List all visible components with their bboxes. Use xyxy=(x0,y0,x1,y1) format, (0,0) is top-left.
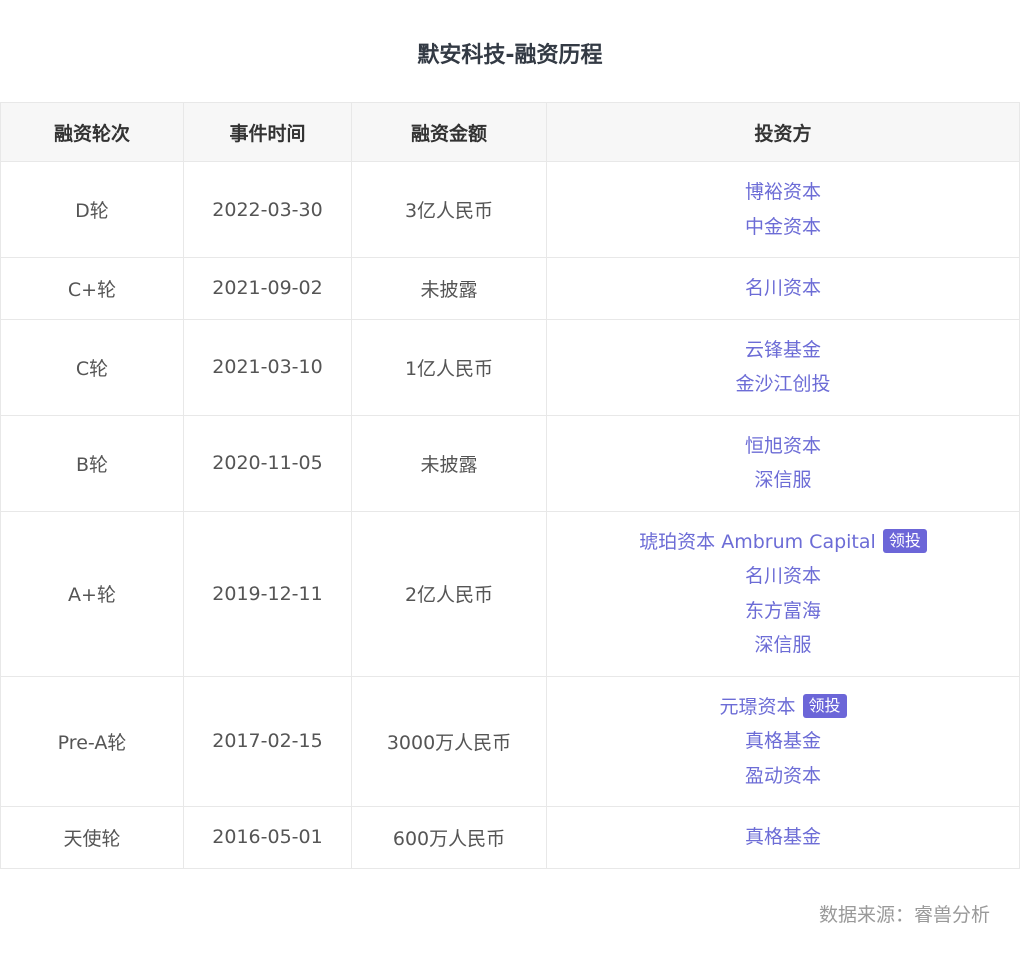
investors-cell: 恒旭资本 深信服 xyxy=(546,414,1020,512)
round-cell: C+轮 xyxy=(0,257,184,320)
table-row: C轮 2021-03-10 1亿人民币 云锋基金 金沙江创投 xyxy=(0,318,1020,416)
investor-item: 盈动资本 xyxy=(547,759,1019,794)
investor-item: 真格基金 xyxy=(547,820,1019,855)
investor-link[interactable]: 中金资本 xyxy=(745,216,821,238)
investor-link[interactable]: 元璟资本 xyxy=(719,696,795,718)
header-investors: 投资方 xyxy=(546,102,1020,162)
investor-item: 博裕资本 xyxy=(547,175,1019,210)
investor-link[interactable]: 深信服 xyxy=(754,634,811,656)
investor-item: 东方富海 xyxy=(547,594,1019,629)
investor-link[interactable]: 真格基金 xyxy=(745,826,821,848)
lead-investor-badge: 领投 xyxy=(882,528,927,553)
investor-link[interactable]: 恒旭资本 xyxy=(745,435,821,457)
header-date: 事件时间 xyxy=(183,102,352,162)
table-row: B轮 2020-11-05 未披露 恒旭资本 深信服 xyxy=(0,414,1020,512)
investor-list: 博裕资本 中金资本 xyxy=(547,162,1019,257)
investor-link[interactable]: 博裕资本 xyxy=(745,181,821,203)
date-cell: 2021-03-10 xyxy=(183,318,352,416)
amount-cell: 600万人民币 xyxy=(351,806,547,869)
investors-cell: 博裕资本 中金资本 xyxy=(546,161,1020,258)
round-cell: A+轮 xyxy=(0,510,184,677)
investors-cell: 真格基金 xyxy=(546,806,1020,869)
table-row: A+轮 2019-12-11 2亿人民币 琥珀资本 Ambrum Capital 领投名… xyxy=(0,510,1020,677)
investor-link[interactable]: 金沙江创投 xyxy=(735,373,830,395)
investor-list: 名川资本 xyxy=(547,258,1019,319)
investor-item: 深信服 xyxy=(547,628,1019,663)
investor-item: 真格基金 xyxy=(547,724,1019,759)
investor-link[interactable]: 琥珀资本 Ambrum Capital xyxy=(639,531,876,553)
table-row: Pre-A轮 2017-02-15 3000万人民币 元璟资本 领投 真格基金 盈动资本 xyxy=(0,675,1020,807)
investor-link[interactable]: 云锋基金 xyxy=(745,339,821,361)
investor-item: 恒旭资本 xyxy=(547,429,1019,464)
investor-link[interactable]: 深信服 xyxy=(754,469,811,491)
data-source: 数据来源：睿兽分析 xyxy=(818,904,990,926)
investor-link[interactable]: 盈动资本 xyxy=(745,765,821,787)
amount-cell: 2亿人民币 xyxy=(351,510,547,677)
investor-item: 云锋基金 xyxy=(547,333,1019,368)
amount-cell: 未披露 xyxy=(351,414,547,512)
amount-cell: 3000万人民币 xyxy=(351,675,547,807)
header-round: 融资轮次 xyxy=(0,102,184,162)
round-cell: B轮 xyxy=(0,414,184,512)
investor-link[interactable]: 真格基金 xyxy=(745,730,821,752)
date-cell: 2019-12-11 xyxy=(183,510,352,677)
investors-cell: 琥珀资本 Ambrum Capital 领投名川资本东方富海深信服 xyxy=(546,510,1020,677)
investor-item: 琥珀资本 Ambrum Capital 领投 xyxy=(547,525,1019,560)
investor-list: 琥珀资本 Ambrum Capital 领投名川资本东方富海深信服 xyxy=(547,512,1019,676)
table-row: C+轮 2021-09-02 未披露 名川资本 xyxy=(0,257,1020,320)
investor-list: 元璟资本 领投真格基金盈动资本 xyxy=(547,677,1019,807)
investor-link[interactable]: 名川资本 xyxy=(745,277,821,299)
lead-investor-badge: 领投 xyxy=(802,693,847,718)
date-cell: 2017-02-15 xyxy=(183,675,352,807)
amount-cell: 3亿人民币 xyxy=(351,161,547,258)
round-cell: C轮 xyxy=(0,318,184,416)
table-body: D轮 2022-03-30 3亿人民币 博裕资本 中金资本 C+轮 2021-09-02 未披… xyxy=(0,161,1020,869)
investor-link[interactable]: 名川资本 xyxy=(745,565,821,587)
amount-cell: 未披露 xyxy=(351,257,547,320)
round-cell: D轮 xyxy=(0,161,184,258)
table-row: D轮 2022-03-30 3亿人民币 博裕资本 中金资本 xyxy=(0,161,1020,258)
investors-cell: 名川资本 xyxy=(546,257,1020,320)
investor-item: 中金资本 xyxy=(547,210,1019,245)
investor-link[interactable]: 东方富海 xyxy=(745,600,821,622)
date-cell: 2021-09-02 xyxy=(183,257,352,320)
date-cell: 2020-11-05 xyxy=(183,414,352,512)
investor-item: 名川资本 xyxy=(547,559,1019,594)
investor-item: 名川资本 xyxy=(547,271,1019,306)
round-cell: 天使轮 xyxy=(0,806,184,869)
amount-cell: 1亿人民币 xyxy=(351,318,547,416)
table-row: 天使轮 2016-05-01 600万人民币 真格基金 xyxy=(0,806,1020,869)
investors-cell: 元璟资本 领投真格基金盈动资本 xyxy=(546,675,1020,807)
date-cell: 2022-03-30 xyxy=(183,161,352,258)
header-amount: 融资金额 xyxy=(351,102,547,162)
investors-cell: 云锋基金 金沙江创投 xyxy=(546,318,1020,416)
investor-item: 金沙江创投 xyxy=(547,367,1019,402)
table-header-row: 融资轮次 事件时间 融资金额 投资方 xyxy=(0,102,1020,162)
investor-list: 恒旭资本 深信服 xyxy=(547,416,1019,511)
funding-table: 融资轮次 事件时间 融资金额 投资方 D轮 2022-03-30 3亿人民币 博裕资本… xyxy=(0,102,1020,869)
investor-list: 云锋基金 金沙江创投 xyxy=(547,320,1019,415)
investor-item: 深信服 xyxy=(547,463,1019,498)
date-cell: 2016-05-01 xyxy=(183,806,352,869)
investor-item: 元璟资本 领投 xyxy=(547,690,1019,725)
page-title: 默安科技-融资历程 xyxy=(417,43,603,68)
investor-list: 真格基金 xyxy=(547,807,1019,868)
round-cell: Pre-A轮 xyxy=(0,675,184,807)
